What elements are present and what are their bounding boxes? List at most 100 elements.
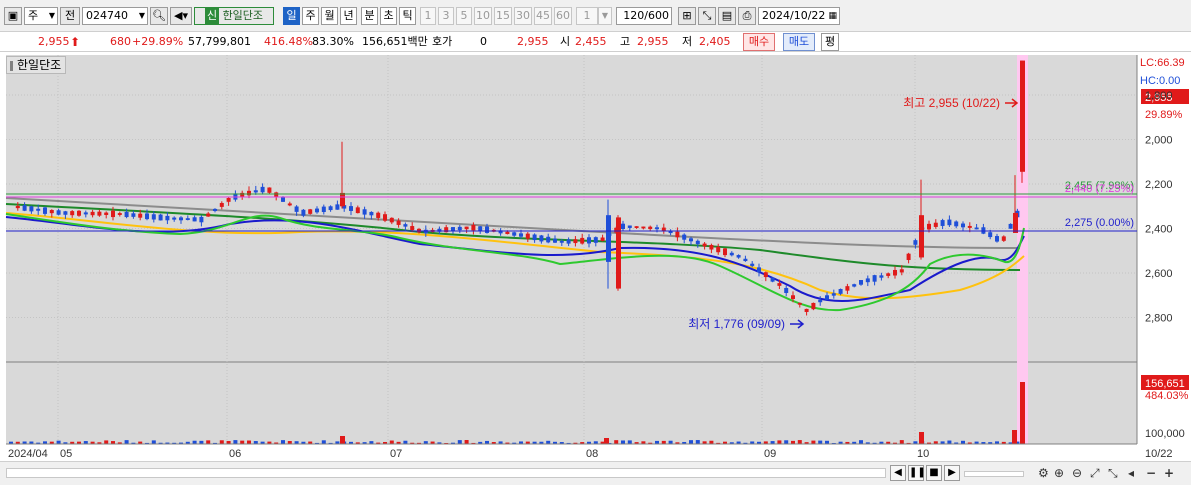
interval-60[interactable]: 60 bbox=[554, 7, 572, 25]
candle-body bbox=[566, 239, 571, 244]
tab-day[interactable]: 일 bbox=[283, 7, 300, 25]
lc-label: LC:66.39 bbox=[1140, 57, 1185, 69]
collapse-icon[interactable]: ⤡ bbox=[1108, 465, 1118, 481]
volume-bar bbox=[389, 440, 394, 444]
volume-bar bbox=[281, 440, 285, 444]
chevron-down-icon: ▼ bbox=[138, 11, 145, 20]
date-tick-label: 10 bbox=[917, 448, 929, 460]
candle-body bbox=[655, 227, 659, 230]
candle-body bbox=[770, 277, 775, 282]
candle-body bbox=[940, 220, 945, 226]
interval-10[interactable]: 10 bbox=[474, 7, 492, 25]
drag-handle-icon bbox=[10, 60, 13, 71]
interval-3[interactable]: 3 bbox=[438, 7, 454, 25]
candle-body bbox=[641, 226, 646, 229]
date-field[interactable]: 2024/10/22 ▦ bbox=[758, 7, 840, 25]
candle-body bbox=[927, 223, 931, 230]
candle-body bbox=[859, 280, 863, 285]
candle-body bbox=[573, 239, 578, 244]
chevron-down-icon: ▼ bbox=[48, 11, 55, 20]
candle-body bbox=[525, 233, 530, 239]
candle-body bbox=[349, 206, 353, 211]
zoom-in-icon[interactable]: ⊕ bbox=[1054, 465, 1064, 481]
speed-slider[interactable] bbox=[964, 471, 1024, 477]
grid-icon[interactable]: ⊞ bbox=[678, 7, 696, 25]
expand-icon[interactable]: ⤢ bbox=[1090, 465, 1100, 481]
chart-title-tag[interactable]: 한일단조 bbox=[6, 56, 67, 74]
count-value: 120 bbox=[623, 9, 645, 22]
candle-body bbox=[77, 210, 81, 216]
minus-icon[interactable]: − bbox=[1146, 465, 1156, 481]
interval-5[interactable]: 5 bbox=[456, 7, 472, 25]
interval-1[interactable]: 1 bbox=[420, 7, 436, 25]
tab-second[interactable]: 초 bbox=[380, 7, 397, 25]
candle-body bbox=[1020, 60, 1025, 172]
tab-week[interactable]: 주 bbox=[302, 7, 319, 25]
volume-bar bbox=[604, 438, 609, 444]
chart-tool-icon[interactable]: ⤡ bbox=[698, 7, 716, 25]
tab-tick[interactable]: 틱 bbox=[399, 7, 416, 25]
bid-price: 2,955 bbox=[517, 35, 549, 48]
scroll-left-icon[interactable]: ◀ bbox=[890, 465, 906, 481]
tab-year[interactable]: 년 bbox=[340, 7, 357, 25]
sound-icon[interactable]: ◀▾ bbox=[170, 7, 192, 25]
interval-15[interactable]: 15 bbox=[494, 7, 512, 25]
settings-icon[interactable]: ⚙ bbox=[1038, 465, 1049, 481]
date-tick-label: 09 bbox=[764, 448, 776, 460]
date-tick-label: 08 bbox=[586, 448, 598, 460]
date-value: 2024/10/22 bbox=[762, 9, 826, 22]
candle-body bbox=[621, 223, 625, 230]
candle-body bbox=[974, 227, 979, 230]
layout-icon[interactable]: ▣ bbox=[4, 7, 22, 25]
zoom-out-icon[interactable]: ⊖ bbox=[1072, 465, 1082, 481]
multiplier-field[interactable]: 1 bbox=[576, 7, 598, 25]
tab-minute[interactable]: 분 bbox=[361, 7, 378, 25]
candle-body bbox=[709, 244, 714, 250]
buy-button[interactable]: 매수 bbox=[743, 33, 775, 51]
volume-tick-label: 100,000 bbox=[1145, 428, 1185, 440]
candle-body bbox=[1001, 236, 1006, 241]
stock-chart: 2,455 (7.98%) 2,440 (7.25%) 2,275 (0.00%… bbox=[5, 55, 1191, 460]
candle-body bbox=[865, 278, 870, 283]
label-2440: 2,440 (7.25%) bbox=[1065, 183, 1134, 195]
volume-bar bbox=[818, 440, 823, 444]
pause-icon[interactable]: ❚❚ bbox=[908, 465, 926, 481]
stock-name-field[interactable]: 신 한일단조 bbox=[194, 7, 274, 25]
candle-body bbox=[464, 226, 469, 230]
candle-body bbox=[383, 214, 387, 221]
search-icon[interactable]: 🔍︎ bbox=[150, 7, 168, 25]
up-arrow-icon: ⬆ bbox=[70, 35, 81, 49]
scrollbar-track[interactable] bbox=[6, 468, 886, 478]
print-icon[interactable]: ⎙ bbox=[738, 7, 756, 25]
chart-title: 한일단조 bbox=[17, 58, 62, 72]
plus-icon[interactable]: + bbox=[1164, 465, 1174, 481]
candle-body bbox=[593, 237, 598, 243]
candle-body bbox=[634, 226, 639, 229]
candle-body bbox=[784, 287, 789, 293]
play-icon[interactable]: ▶ bbox=[944, 465, 960, 481]
period-select[interactable]: 주 ▼ bbox=[24, 7, 58, 25]
count-field[interactable]: 120/600 bbox=[616, 7, 672, 25]
candle-body bbox=[580, 237, 585, 244]
volume-bar bbox=[247, 440, 251, 444]
sell-button[interactable]: 매도 bbox=[783, 33, 815, 51]
prev-button[interactable]: 전 bbox=[60, 7, 80, 25]
candle-body bbox=[335, 204, 340, 210]
candle-body bbox=[797, 302, 802, 305]
interval-30[interactable]: 30 bbox=[514, 7, 532, 25]
candle-body bbox=[117, 213, 122, 215]
avg-button[interactable]: 평 bbox=[821, 33, 839, 51]
scroll-left-icon[interactable]: ◂ bbox=[1128, 465, 1134, 481]
chevron-down-icon[interactable]: ▼ bbox=[598, 7, 612, 25]
save-icon[interactable]: ▤ bbox=[718, 7, 736, 25]
interval-45[interactable]: 45 bbox=[534, 7, 552, 25]
tab-month[interactable]: 월 bbox=[321, 7, 338, 25]
stop-icon[interactable]: ■ bbox=[926, 465, 942, 481]
stock-code-input[interactable]: 024740 ▼ bbox=[82, 7, 148, 25]
candle-body bbox=[369, 211, 374, 216]
candle-body bbox=[403, 224, 408, 227]
candle-body bbox=[981, 227, 986, 234]
candle-body bbox=[111, 210, 115, 218]
candle-body bbox=[301, 209, 306, 216]
candle-body bbox=[845, 286, 850, 291]
